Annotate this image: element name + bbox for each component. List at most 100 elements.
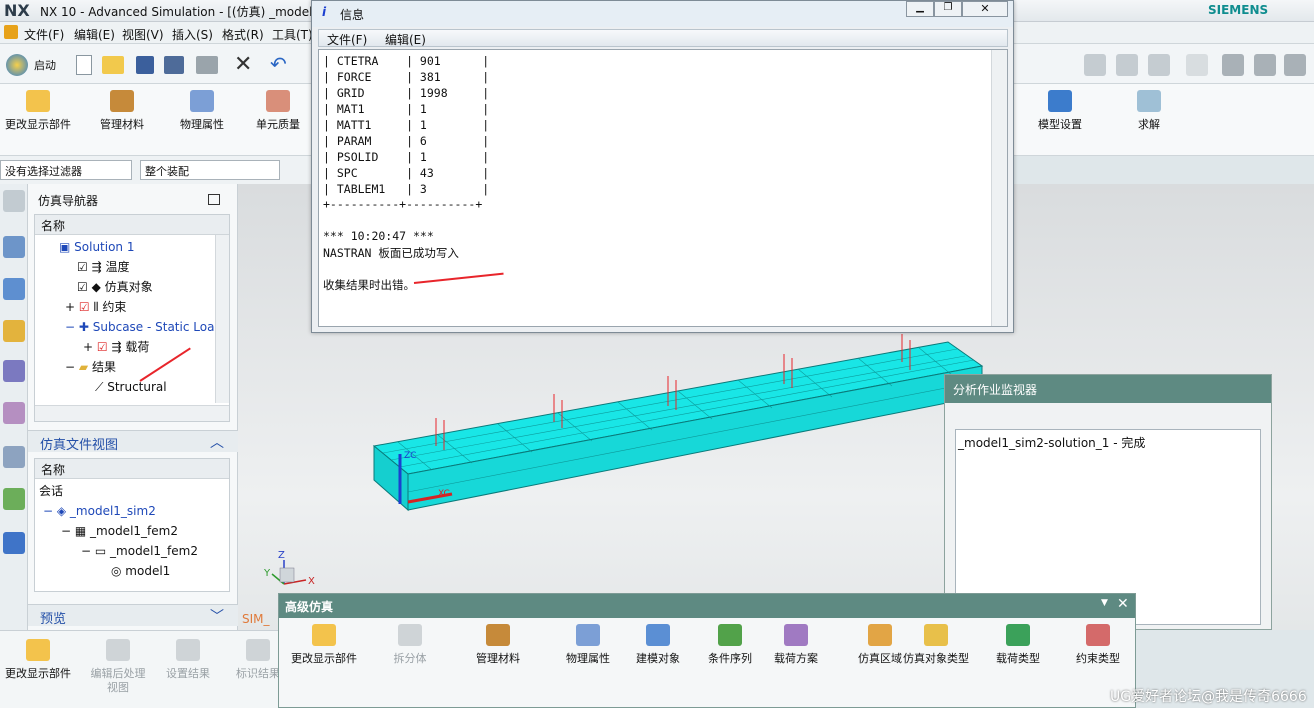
solve-label: 求解 [1138,118,1160,131]
change-display-part-button[interactable]: 更改显示部件 [4,88,72,132]
edit-post-view-button[interactable]: 编辑后处理视图 [86,637,150,695]
constraints-label: 约束 [102,300,127,314]
save-as-icon[interactable] [164,56,184,74]
setup-results-label: 设置结果 [166,667,210,680]
manage-materials-button[interactable]: 管理材料 [90,88,154,132]
adv-button-2[interactable]: 管理材料 [459,622,537,666]
info-text-area[interactable]: | CTETRA | 901 | | FORCE | 381 | | GRID | … [318,49,1008,327]
collapse-icon[interactable]: ︿ [210,432,224,452]
constraint-icon[interactable] [3,360,25,382]
display-part-icon [26,90,50,112]
expand-icon[interactable]: ﹀ [210,606,224,626]
dropdown-arrow-icon[interactable]: ▼ [1101,598,1108,608]
close-button[interactable]: ✕ [962,1,1008,17]
layer-icon[interactable] [1116,54,1138,76]
snap-icon[interactable] [1084,54,1106,76]
hammer-icon[interactable] [1222,54,1244,76]
adv-button-1[interactable]: 拆分体 [371,622,449,666]
menu-tools[interactable]: 工具(T) [272,26,313,43]
name-column-header[interactable]: 名称 [35,215,229,235]
tree-subcase[interactable]: − ✚ Subcase - Static Loa [65,317,214,337]
model-setup-button[interactable]: 模型设置 [1032,88,1088,132]
info-menu-file[interactable]: 文件(F) [327,31,367,48]
adv-button-6[interactable]: 载荷方案 [757,622,835,666]
adv-button-label: 建模对象 [636,652,680,665]
info-dialog-title: 信息 [340,8,365,22]
tree-loads[interactable]: + ☑ ⇶ 载荷 [83,337,149,357]
job-status[interactable]: _model1_sim2-solution_1 - 完成 [958,434,1145,451]
web-icon[interactable] [3,532,25,554]
history-icon[interactable] [3,446,25,468]
file-session[interactable]: 会话 [39,481,63,501]
file-sim2[interactable]: − ◈ _model1_sim2 [43,501,156,521]
tree-sim-object[interactable]: ☑ ◆ 仿真对象 [77,277,153,297]
settings-icon[interactable] [3,190,25,212]
menu-format[interactable]: 格式(R) [222,26,264,43]
tree-horizontal-scrollbar[interactable] [35,405,229,421]
preview-header[interactable]: 预览 ﹀ [28,604,238,627]
results-label: 结果 [91,360,116,374]
tree-solution-1[interactable]: ▣ Solution 1 [59,237,135,257]
file-view-column-header[interactable]: 名称 [35,459,229,479]
monitor-title[interactable]: 分析作业监视器 [945,375,1271,403]
menu-file[interactable]: 文件(F) [24,26,64,43]
adv-button-3[interactable]: 物理属性 [549,622,627,666]
file-view-header[interactable]: 仿真文件视图 ︿ [28,430,238,453]
change-display-part-button-2[interactable]: 更改显示部件 [4,637,72,681]
file-model1[interactable]: ◎ model1 [111,561,170,581]
print-icon[interactable] [196,56,218,74]
file-fem2-child[interactable]: − ▭ _model1_fem2 [81,541,198,561]
new-file-icon[interactable] [76,55,92,75]
triad-z-label: Z [278,550,285,561]
assembly-icon[interactable] [3,320,25,342]
minimize-button[interactable]: ▁ [906,1,934,17]
fem-icon[interactable] [3,278,25,300]
adv-bar-title[interactable]: 高级仿真 [279,594,1135,618]
adv-button-label: 管理材料 [476,652,520,665]
selection-filter-dropdown[interactable]: 没有选择过滤器 [0,160,132,180]
library-icon[interactable] [3,488,25,510]
adv-button-icon [868,624,892,646]
start-icon[interactable] [6,54,28,76]
menu-edit[interactable]: 编辑(E) [74,26,115,43]
info-scrollbar[interactable] [991,50,1007,326]
tree-vertical-scrollbar[interactable] [215,235,229,403]
stack-icon[interactable] [1148,54,1170,76]
adv-button-8[interactable]: 仿真对象类型 [897,622,975,666]
element-quality-button[interactable]: 单元质量 [250,88,306,132]
open-folder-icon[interactable] [102,56,124,74]
sim-navigator-icon[interactable] [3,236,25,258]
tree-results[interactable]: − ▰ 结果 [65,357,116,377]
restore-button[interactable]: ❐ [934,1,962,17]
tree-structural[interactable]: ⟋ Structural [95,377,167,397]
menu-insert[interactable]: 插入(S) [172,26,213,43]
loads-label: 载荷 [125,340,150,354]
physical-properties-button[interactable]: 物理属性 [172,88,232,132]
maximize-icon[interactable] [208,194,220,205]
adv-button-label: 载荷类型 [996,652,1040,665]
close-icon[interactable]: ✕ [234,52,252,77]
menu-view[interactable]: 视图(V) [122,26,164,43]
adv-button-0[interactable]: 更改显示部件 [285,622,363,666]
tools-icon[interactable] [1254,54,1276,76]
adv-button-9[interactable]: 载荷类型 [979,622,1057,666]
info-dialog-titlebar[interactable]: i 信息 ▁ ❐ ✕ [312,1,1013,27]
adv-button-4[interactable]: 建模对象 [619,622,697,666]
adv-button-10[interactable]: 约束类型 [1059,622,1137,666]
solve-button[interactable]: 求解 [1124,88,1174,132]
part-icon[interactable] [3,402,25,424]
setup-results-button[interactable]: 设置结果 [160,637,216,681]
adv-close-icon[interactable]: ✕ [1117,596,1129,612]
undo-icon[interactable]: ↶ [270,52,287,76]
save-icon[interactable] [136,56,154,74]
assembly-scope-dropdown[interactable]: 整个装配 [140,160,280,180]
file-fem2[interactable]: − ▦ _model1_fem2 [61,521,178,541]
app-menu-icon[interactable] [4,25,18,39]
eraser-icon[interactable] [1186,54,1208,76]
info-menu-edit[interactable]: 编辑(E) [385,31,426,48]
wrench-icon[interactable] [1284,54,1306,76]
tree-constraints[interactable]: + ☑ ⫴ 约束 [65,297,126,317]
viewport-tab-label[interactable]: SIM_ [242,612,270,626]
tree-temperature[interactable]: ☑ ⇶ 温度 [77,257,129,277]
start-label[interactable]: 启动 [34,57,56,73]
